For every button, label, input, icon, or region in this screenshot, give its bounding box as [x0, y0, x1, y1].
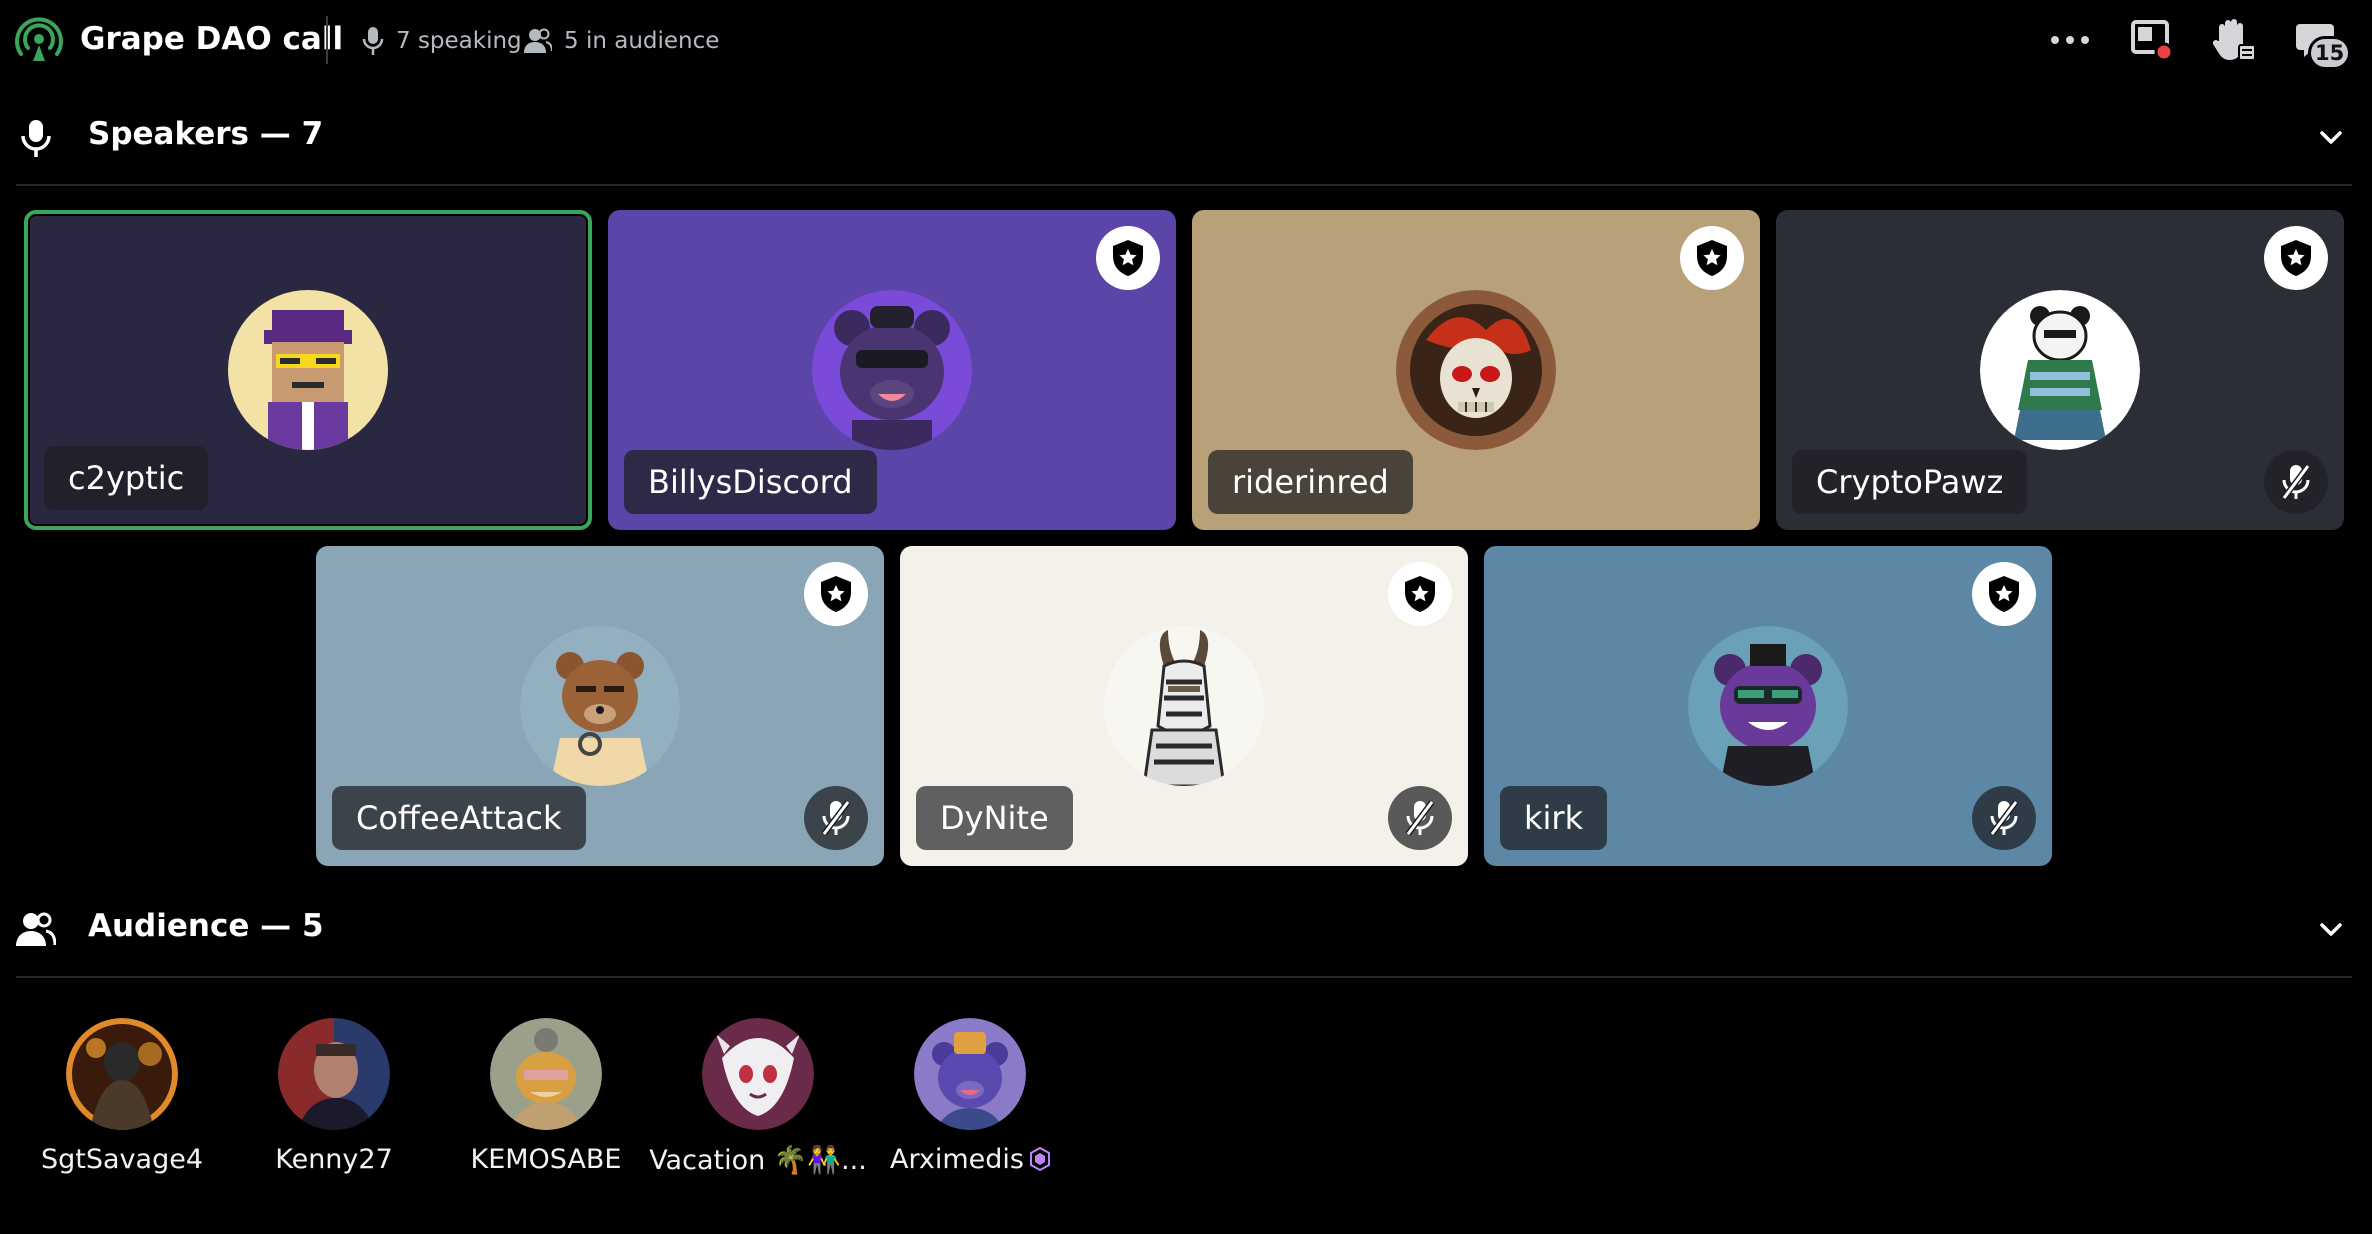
- muted-mic-icon: [2281, 464, 2311, 500]
- avatar: [1980, 290, 2140, 450]
- speaker-name-tag: CryptoPawz: [1792, 450, 2028, 514]
- chevron-down-icon[interactable]: [2314, 914, 2348, 944]
- top-bar: Grape DAO call 7 speaking 5 in audience: [0, 0, 2372, 80]
- chevron-down-icon[interactable]: [2314, 122, 2348, 152]
- speaker-tile[interactable]: CryptoPawz: [1776, 210, 2344, 530]
- muted-indicator: [804, 786, 868, 850]
- moderator-badge: [1096, 226, 1160, 290]
- audience-member[interactable]: Vacation 🌴👫...: [649, 1018, 867, 1176]
- audience-section-header[interactable]: Audience — 5: [0, 896, 2372, 960]
- avatar: [812, 290, 972, 450]
- screen-share-button[interactable]: [2124, 14, 2180, 66]
- muted-indicator: [1972, 786, 2036, 850]
- header-divider: [326, 16, 328, 64]
- section-divider: [16, 976, 2352, 978]
- people-icon: [16, 912, 56, 946]
- speaker-tile[interactable]: c2yptic: [24, 210, 592, 530]
- audience-count: 5 in audience: [524, 24, 719, 58]
- audience-member-name: KEMOSABE: [470, 1144, 622, 1175]
- microphone-icon: [21, 120, 51, 157]
- moderator-shield-icon: [1989, 576, 2019, 612]
- speaking-count-label: 7 speaking: [396, 28, 522, 54]
- section-divider: [16, 184, 2352, 186]
- audience-member-name-text: Arximedis: [890, 1144, 1024, 1175]
- audience-member-name: SgtSavage4: [41, 1144, 203, 1175]
- muted-mic-icon: [821, 800, 851, 836]
- audience-member[interactable]: KEMOSABE: [446, 1018, 646, 1175]
- speaker-name-tag: CoffeeAttack: [332, 786, 586, 850]
- avatar: [66, 1018, 178, 1130]
- audience-member[interactable]: Kenny27: [234, 1018, 434, 1175]
- moderator-badge: [1680, 226, 1744, 290]
- audience-member-name: Arximedis: [850, 1144, 1090, 1175]
- moderator-shield-icon: [1405, 576, 1435, 612]
- channel-title: Grape DAO call: [80, 21, 344, 57]
- speaker-tile[interactable]: riderinred: [1192, 210, 1760, 530]
- audience-section-label: Audience — 5: [88, 908, 324, 944]
- muted-mic-icon: [1405, 800, 1435, 836]
- moderator-badge: [2264, 226, 2328, 290]
- speaker-tile[interactable]: CoffeeAttack: [316, 546, 884, 866]
- avatar: [278, 1018, 390, 1130]
- avatar: [490, 1018, 602, 1130]
- muted-indicator: [2264, 450, 2328, 514]
- moderator-shield-icon: [1697, 240, 1727, 276]
- moderator-shield-icon: [1113, 240, 1143, 276]
- audience-member[interactable]: SgtSavage4: [22, 1018, 222, 1175]
- muted-mic-icon: [1989, 800, 2019, 836]
- speaker-tile[interactable]: DyNite: [900, 546, 1468, 866]
- moderator-badge: [1388, 562, 1452, 626]
- speaking-count: 7 speaking: [362, 24, 522, 58]
- audience-count-label: 5 in audience: [564, 28, 720, 54]
- avatar: [1104, 626, 1264, 786]
- microphone-icon: [362, 27, 384, 55]
- audience-member[interactable]: Arximedis: [870, 1018, 1070, 1175]
- speakers-section-header[interactable]: Speakers — 7: [0, 104, 2372, 168]
- speaker-name-tag: kirk: [1500, 786, 1608, 850]
- speaker-tile[interactable]: BillysDiscord: [608, 210, 1176, 530]
- speaker-name-tag: DyNite: [916, 786, 1073, 850]
- moderator-badge: [1972, 562, 2036, 626]
- avatar: [228, 290, 388, 450]
- speaker-tile[interactable]: kirk: [1484, 546, 2052, 866]
- avatar: [1396, 290, 1556, 450]
- people-icon: [524, 28, 552, 53]
- speaker-name-tag: c2yptic: [44, 446, 209, 510]
- audience-member-name: Vacation 🌴👫...: [649, 1145, 867, 1176]
- moderator-shield-icon: [2281, 240, 2311, 276]
- chat-unread-badge: 15: [2308, 36, 2352, 70]
- stage-channel-icon: [15, 17, 63, 61]
- moderator-shield-icon: [821, 576, 851, 612]
- more-options-button[interactable]: [2042, 14, 2098, 66]
- more-options-icon: [2051, 36, 2089, 44]
- nitro-boost-icon: [1029, 1147, 1050, 1171]
- avatar: [702, 1018, 814, 1130]
- speakers-section-label: Speakers — 7: [88, 116, 324, 152]
- raise-hand-button[interactable]: [2206, 14, 2262, 66]
- avatar: [520, 626, 680, 786]
- speaker-name-tag: BillysDiscord: [624, 450, 877, 514]
- audience-member-name: Kenny27: [275, 1144, 393, 1175]
- speaker-name-tag: riderinred: [1208, 450, 1413, 514]
- avatar: [914, 1018, 1026, 1130]
- raise-hand-icon: [2212, 19, 2256, 61]
- avatar: [1688, 626, 1848, 786]
- muted-indicator: [1388, 786, 1452, 850]
- screen-share-icon: [2131, 20, 2174, 61]
- moderator-badge: [804, 562, 868, 626]
